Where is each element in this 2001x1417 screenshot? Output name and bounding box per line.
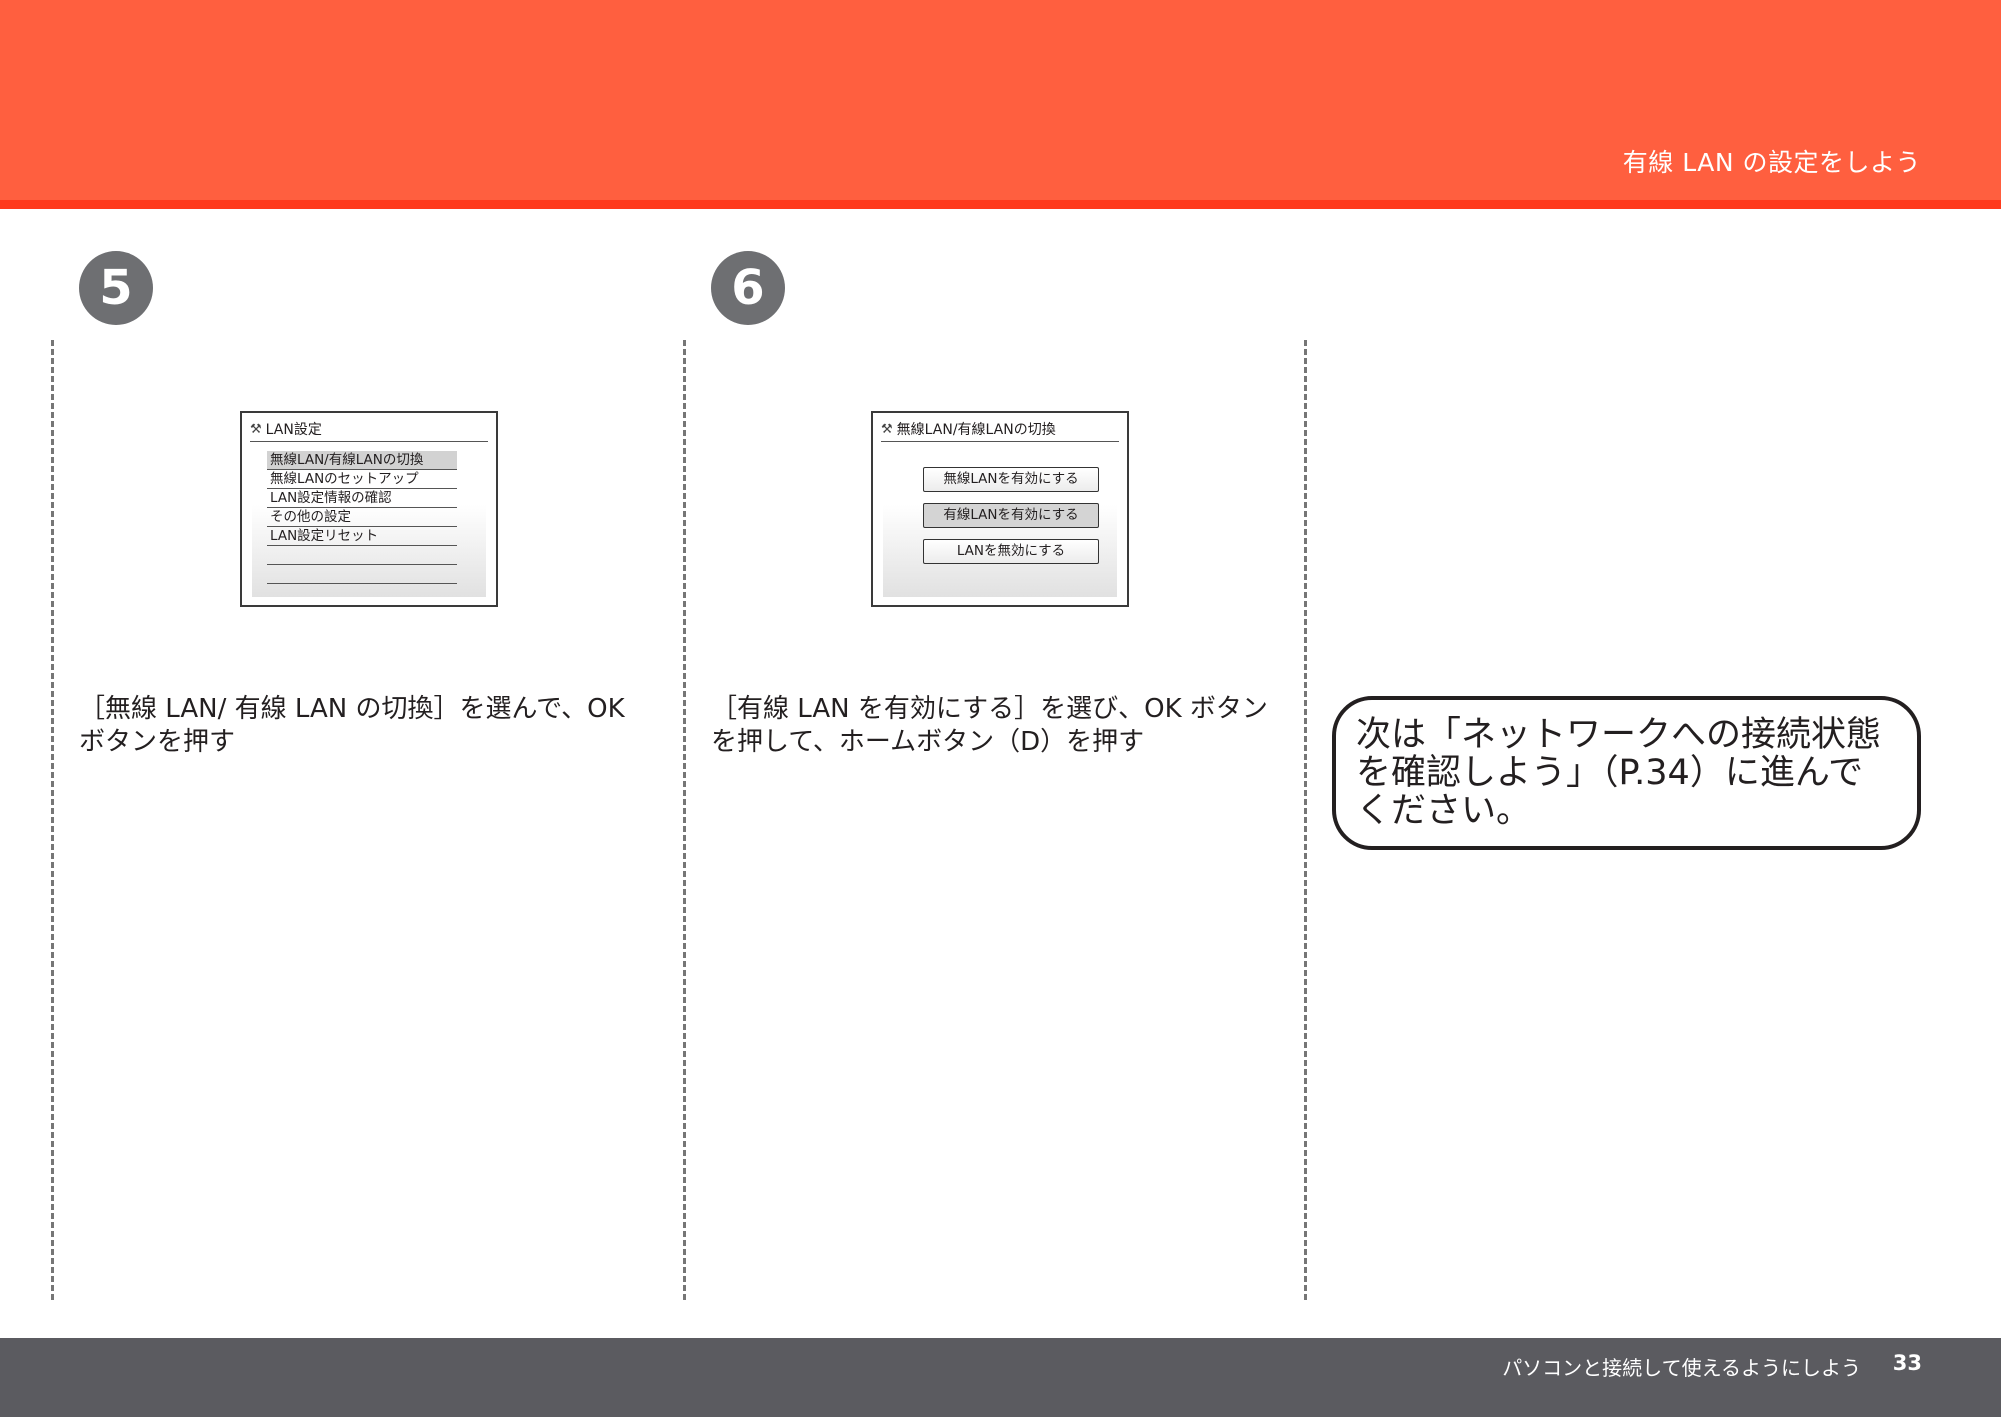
enable-wireless-lan-button[interactable]: 無線LANを有効にする — [923, 467, 1099, 492]
disable-lan-button[interactable]: LANを無効にする — [923, 539, 1099, 564]
wrench-screwdriver-icon: ⚒ — [881, 422, 893, 437]
menu-item-empty — [267, 565, 457, 584]
menu-item-empty — [267, 546, 457, 565]
lcd-screen-body: 無線LAN/有線LANの切換 無線LANのセットアップ LAN設定情報の確認 そ… — [252, 443, 486, 597]
column-divider — [51, 340, 54, 1300]
footer-chapter-title: パソコンと接続して使えるようにしよう — [1502, 1356, 1861, 1380]
wrench-screwdriver-icon: ⚒ — [250, 422, 262, 437]
next-step-note: 次は「ネットワークへの接続状態を確認しよう」（P.34）に進んでください。 — [1332, 696, 1921, 850]
menu-item-switch-lan[interactable]: 無線LAN/有線LANの切換 — [267, 451, 457, 470]
lcd-menu-list: 無線LAN/有線LANの切換 無線LANのセットアップ LAN設定情報の確認 そ… — [267, 451, 457, 584]
menu-item-other-settings[interactable]: その他の設定 — [267, 508, 457, 527]
lcd-screen-body: 無線LANを有効にする 有線LANを有効にする LANを無効にする — [883, 443, 1117, 597]
page-number: 33 — [1892, 1351, 1922, 1375]
lcd-screen-lan-switch: ⚒ 無線LAN/有線LANの切換 無線LANを有効にする 有線LANを有効にする… — [871, 411, 1129, 607]
lcd-screen-header: ⚒ LAN設定 — [250, 419, 488, 442]
step-6-instruction: ［有線 LAN を有効にする］を選び、OK ボタンを押して、ホームボタン（D）を… — [711, 694, 1268, 757]
column-divider — [1304, 340, 1307, 1300]
section-title: 有線 LAN の設定をしよう — [1622, 148, 1921, 177]
lcd-screen-header: ⚒ 無線LAN/有線LANの切換 — [881, 419, 1119, 442]
header-accent-line — [0, 200, 2001, 209]
step-5-instruction: ［無線 LAN/ 有線 LAN の切換］を選んで、OK ボタンを押す — [79, 694, 625, 757]
lcd-screen-title: 無線LAN/有線LANの切換 — [896, 422, 1056, 438]
menu-item-confirm-lan-settings[interactable]: LAN設定情報の確認 — [267, 489, 457, 508]
menu-item-reset-lan-settings[interactable]: LAN設定リセット — [267, 527, 457, 546]
menu-item-wireless-setup[interactable]: 無線LANのセットアップ — [267, 470, 457, 489]
step-number-6: 6 — [711, 251, 785, 325]
lcd-screen-lan-settings: ⚒ LAN設定 無線LAN/有線LANの切換 無線LANのセットアップ LAN設… — [240, 411, 498, 607]
step-number-5: 5 — [79, 251, 153, 325]
lcd-screen-title: LAN設定 — [265, 422, 322, 438]
column-divider — [683, 340, 686, 1300]
enable-wired-lan-button[interactable]: 有線LANを有効にする — [923, 503, 1099, 528]
